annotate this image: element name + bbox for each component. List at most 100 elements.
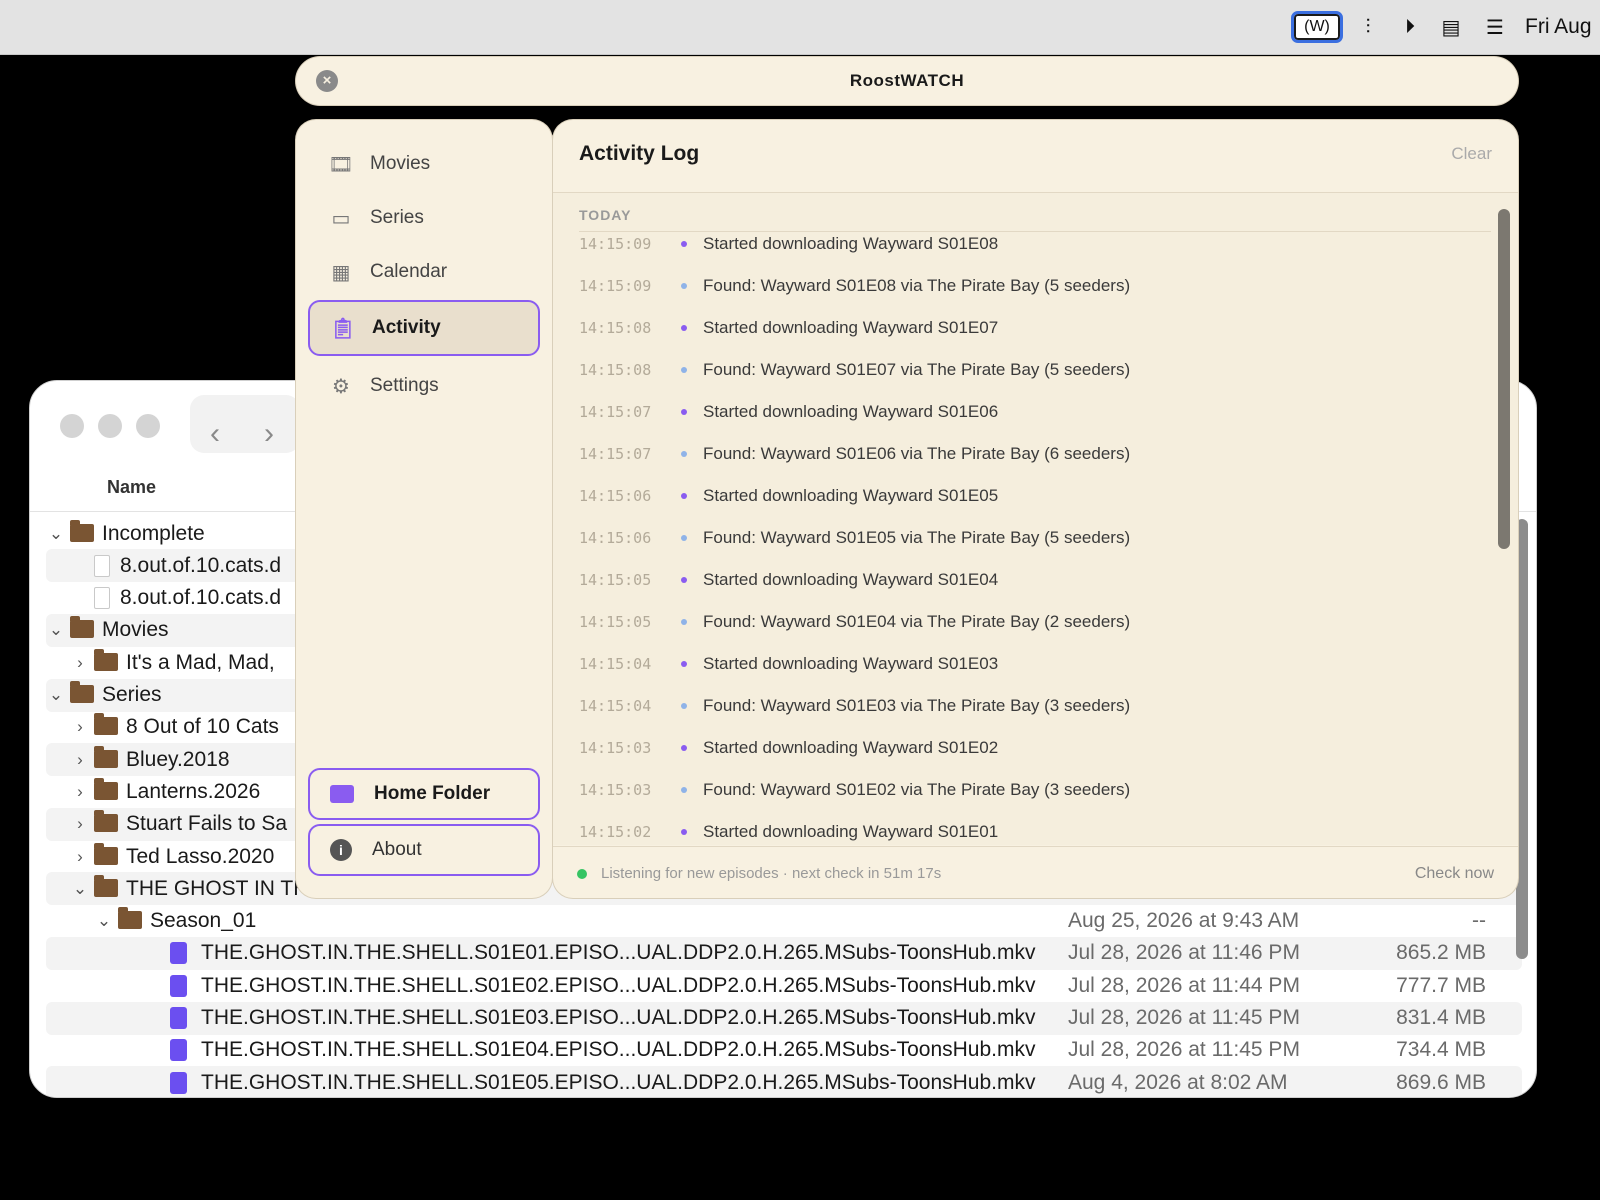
log-message: Found: Wayward S01E06 via The Pirate Bay… [703,444,1131,463]
log-message: Started downloading Wayward S01E08 [703,234,999,253]
found-dot-icon [681,535,687,541]
log-entry: 14:15:05 Found: Wayward S01E04 via The Pi… [579,607,1130,637]
clipboard-icon: 📋︎ [330,317,356,340]
sidebar-item-settings[interactable]: ⚙ Settings [308,358,540,414]
item-name: Series [102,683,162,706]
disclosure-closed-icon[interactable]: › [70,814,90,834]
item-name: 8.out.of.10.cats.d [120,586,282,610]
disclosure-closed-icon[interactable]: › [70,847,90,867]
folder-icon [94,842,118,865]
file-row[interactable]: THE.GHOST.IN.THE.SHELL.S01E05.EPISO...UA… [46,1066,1522,1097]
file-size: 865.2 MB [1396,941,1486,965]
name-column-header[interactable]: Name [107,477,156,498]
log-entry: 14:15:07 Found: Wayward S01E06 via The Pi… [579,439,1130,469]
check-now-button[interactable]: Check now [1415,865,1494,883]
found-dot-icon [681,451,687,457]
video-file-icon [170,974,187,997]
download-dot-icon [681,409,687,415]
app-sidebar: 🎞︎ Movies ▭ Series ▦ Calendar 📋︎ Activit… [296,120,552,898]
folder-icon [94,648,118,671]
folder-icon [94,777,118,800]
file-row[interactable]: THE.GHOST.IN.THE.SHELL.S01E03.EPISO...UA… [46,1001,1522,1035]
app-title: RoostWATCH [849,71,965,90]
log-entry: 14:15:06 Started downloading Wayward S01E… [579,481,998,511]
folder-row[interactable]: ⌄ Season_01 Aug 25, 2026 at 9:43 AM -- [46,905,1522,938]
item-name: THE.GHOST.IN.THE.SHELL.S01E01.EPISO...UA… [201,941,1036,965]
download-dot-icon [681,829,687,835]
disclosure-closed-icon[interactable]: › [70,782,90,802]
activity-scrollbar[interactable] [1498,209,1510,549]
file-size: 831.4 MB [1396,1006,1486,1029]
log-message: Started downloading Wayward S01E06 [703,402,999,421]
log-timestamp: 14:15:06 [579,529,652,547]
log-entry: 14:15:07 Started downloading Wayward S01E… [579,397,998,427]
item-name: Season_01 [150,909,257,933]
log-timestamp: 14:15:09 [579,235,652,253]
log-message: Found: Wayward S01E04 via The Pirate Bay… [703,612,1131,631]
zoom-window-button[interactable] [136,414,160,438]
folder-icon [94,874,118,897]
disclosure-open-icon[interactable]: ⌄ [94,911,114,931]
disclosure-closed-icon[interactable]: › [70,750,90,770]
file-row[interactable]: THE.GHOST.IN.THE.SHELL.S01E02.EPISO...UA… [46,969,1522,1002]
menubar-clock[interactable]: Fri Aug [1525,15,1592,39]
item-name: THE.GHOST.IN.THE.SHELL.S01E02.EPISO...UA… [201,973,1036,997]
sidebar-item-activity[interactable]: 📋︎ Activity [308,300,540,356]
gear-icon: ⚙ [332,375,350,398]
log-entry: 14:15:05 Started downloading Wayward S01E… [579,565,998,595]
item-name: It's a Mad, Mad, [126,650,275,674]
disclosure-open-icon[interactable]: ⌄ [46,620,66,640]
clear-button[interactable]: Clear [1451,144,1492,164]
disclosure-open-icon[interactable]: ⌄ [46,685,66,705]
log-timestamp: 14:15:06 [579,487,652,505]
folder-icon [70,616,94,639]
sidebar-item-label: Settings [370,375,439,396]
sidebar-item-label: Calendar [370,261,448,282]
home-folder-button[interactable]: Home Folder [308,768,540,820]
status-indicator-icon [577,868,587,879]
log-message: Started downloading Wayward S01E05 [703,486,999,505]
video-file-icon [170,1071,187,1094]
file-size: 734.4 MB [1396,1038,1486,1062]
sidebar-item-series[interactable]: ▭ Series [308,190,540,246]
disclosure-open-icon[interactable]: ⌄ [70,879,90,899]
file-row[interactable]: THE.GHOST.IN.THE.SHELL.S01E01.EPISO...UA… [46,936,1522,970]
file-row[interactable]: THE.GHOST.IN.THE.SHELL.S01E04.EPISO...UA… [46,1034,1522,1067]
log-entry: 14:15:04 Started downloading Wayward S01E… [579,649,998,679]
log-entry: 14:15:08 Started downloading Wayward S01E… [579,313,998,343]
log-message: Started downloading Wayward S01E04 [703,570,999,589]
sidebar-item-calendar[interactable]: ▦ Calendar [308,244,540,300]
forward-icon[interactable]: › [264,417,274,451]
log-timestamp: 14:15:08 [579,319,652,337]
download-dot-icon [681,493,687,499]
about-button[interactable]: i About [308,824,540,876]
tv-icon: ▭ [331,207,351,230]
menu-bar: (W) ⫶ ⏵ ▤ ☰ Fri Aug [0,0,1600,55]
back-icon[interactable]: ‹ [210,417,220,451]
sidebar-item-movies[interactable]: 🎞︎ Movies [308,136,540,192]
log-message: Found: Wayward S01E05 via The Pirate Bay… [703,528,1131,547]
log-message: Found: Wayward S01E08 via The Pirate Bay… [703,276,1131,295]
disclosure-closed-icon[interactable]: › [70,653,90,673]
caption-icon[interactable]: ▤ [1436,14,1466,40]
log-message: Found: Wayward S01E03 via The Pirate Bay… [703,696,1131,715]
log-timestamp: 14:15:07 [579,445,652,463]
play-circle-icon[interactable]: ⏵ [1396,14,1424,40]
log-entry: 14:15:06 Found: Wayward S01E05 via The Pi… [579,523,1130,553]
control-center-icon[interactable]: ☰ [1480,14,1510,40]
equalizer-icon[interactable]: ⫶ [1352,14,1384,40]
disclosure-closed-icon[interactable]: › [70,717,90,737]
sidebar-item-label: Series [370,207,424,228]
wayward-menu-icon[interactable]: (W) [1291,11,1343,43]
found-dot-icon [681,619,687,625]
disclosure-open-icon[interactable]: ⌄ [46,524,66,544]
film-icon: 🎞︎ [328,153,354,176]
found-dot-icon [681,787,687,793]
activity-log-list[interactable]: TODAY 14:15:09 Started downloading Waywar… [553,193,1518,845]
download-dot-icon [681,745,687,751]
item-name: 8 Out of 10 Cats [126,715,279,739]
close-window-button[interactable] [60,414,84,438]
log-timestamp: 14:15:03 [579,739,652,757]
date-modified: Jul 28, 2026 at 11:44 PM [1068,973,1300,997]
minimize-window-button[interactable] [98,414,122,438]
